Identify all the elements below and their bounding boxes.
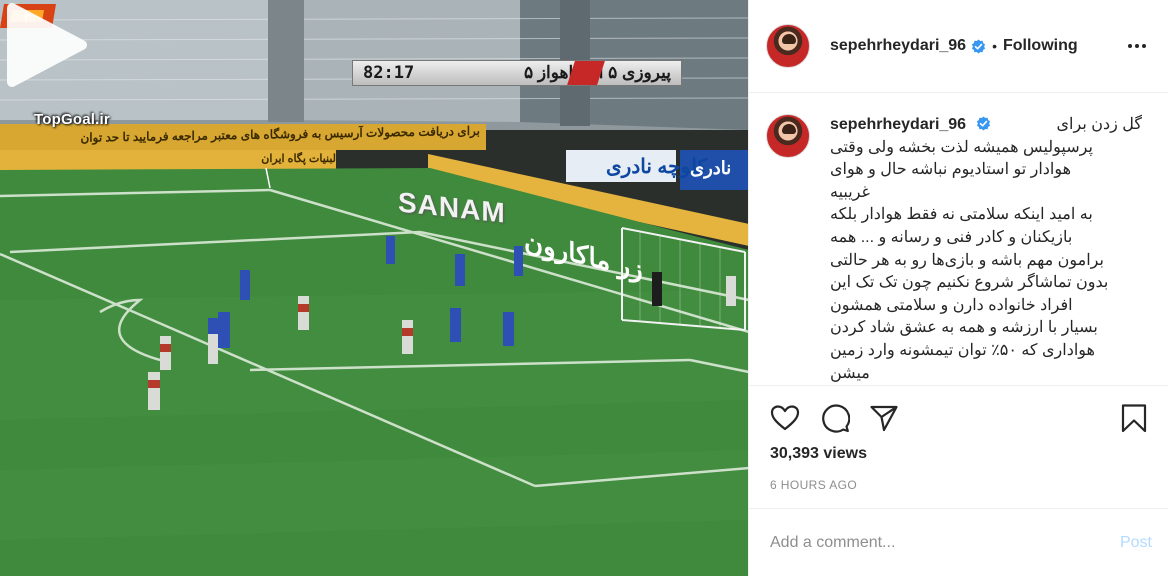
header-username[interactable]: sepehrheydari_96 (830, 37, 966, 55)
caption-line: هواداری که ۵۰٪ توان تیمشونه وارد زمین (830, 341, 1095, 359)
ad-nadery: نادری (690, 158, 732, 178)
separator-dot: • (992, 38, 997, 54)
avatar[interactable] (766, 24, 810, 68)
ad-banner-bottom: لبنیات پگاه ایران (261, 153, 336, 165)
heart-icon[interactable] (770, 403, 800, 433)
caption-line: بدون تماشاگر شروع نکنیم چون تک تک این (830, 274, 1109, 292)
comment-input[interactable] (770, 533, 1120, 552)
comment-form: Post (749, 508, 1168, 576)
post-button[interactable]: Post (1120, 534, 1152, 552)
football-match-frame (0, 0, 748, 576)
caption-line: هوادار تو استادیوم نباشه حال و هوای (830, 161, 1072, 179)
caption-area: sepehrheydari_96 گل زدن برای پرسپولیس هم… (749, 94, 1168, 386)
caption-line: بسیار با ارزشه و همه به عشق شاد کردن (830, 319, 1098, 337)
scoreboard: 82:17 پیروزی ۵ اس.اهواز ۵ (352, 60, 682, 86)
comment-icon[interactable] (820, 403, 850, 433)
more-options-icon[interactable] (1126, 35, 1148, 57)
post-side-panel: sepehrheydari_96 • Following sepehrheyda… (749, 0, 1168, 576)
verified-badge-icon (972, 38, 986, 54)
action-bar (749, 386, 1168, 446)
video-player[interactable]: ۳ TopGoal.ir برای دریافت محصولات آرسیس ب… (0, 0, 749, 576)
following-button[interactable]: Following (1003, 37, 1078, 55)
post-timestamp[interactable]: 6 HOURS AGO (770, 478, 857, 492)
post-header: sepehrheydari_96 • Following (749, 0, 1168, 93)
verified-badge-icon (976, 116, 990, 131)
caption-line: افراد خانواده دارن و سلامتی همشون (830, 296, 1073, 314)
caption-line: به امید اینکه سلامتی نه فقط هوادار بلکه (830, 206, 1093, 224)
views-count[interactable]: 30,393 views (770, 445, 867, 463)
caption-row: sepehrheydari_96 گل زدن برای پرسپولیس هم… (766, 114, 1152, 385)
caption-text: sepehrheydari_96 گل زدن برای پرسپولیس هم… (830, 114, 1142, 385)
score-time: 82:17 (363, 63, 415, 83)
caption-username[interactable]: sepehrheydari_96 (830, 116, 966, 133)
share-icon[interactable] (869, 403, 899, 433)
caption-line: پرسپولیس همیشه لذت بخشه ولی وقتی (830, 138, 1093, 156)
caption-line: گل زدن برای (1056, 116, 1142, 133)
caption-line: برامون مهم باشه و بازی‌ها رو به هر حالتی (830, 251, 1104, 269)
caption-line: میشن (830, 364, 870, 382)
caption-line: غریبیه (830, 183, 870, 201)
caption-avatar[interactable] (766, 114, 810, 158)
caption-line: بازیکنان و کادر فنی و رسانه و ... همه (830, 228, 1073, 246)
watermark: TopGoal.ir (34, 111, 110, 128)
bookmark-icon[interactable] (1119, 403, 1149, 433)
caption-first-line: sepehrheydari_96 گل زدن برای (830, 114, 1142, 137)
play-icon[interactable] (0, 0, 90, 90)
